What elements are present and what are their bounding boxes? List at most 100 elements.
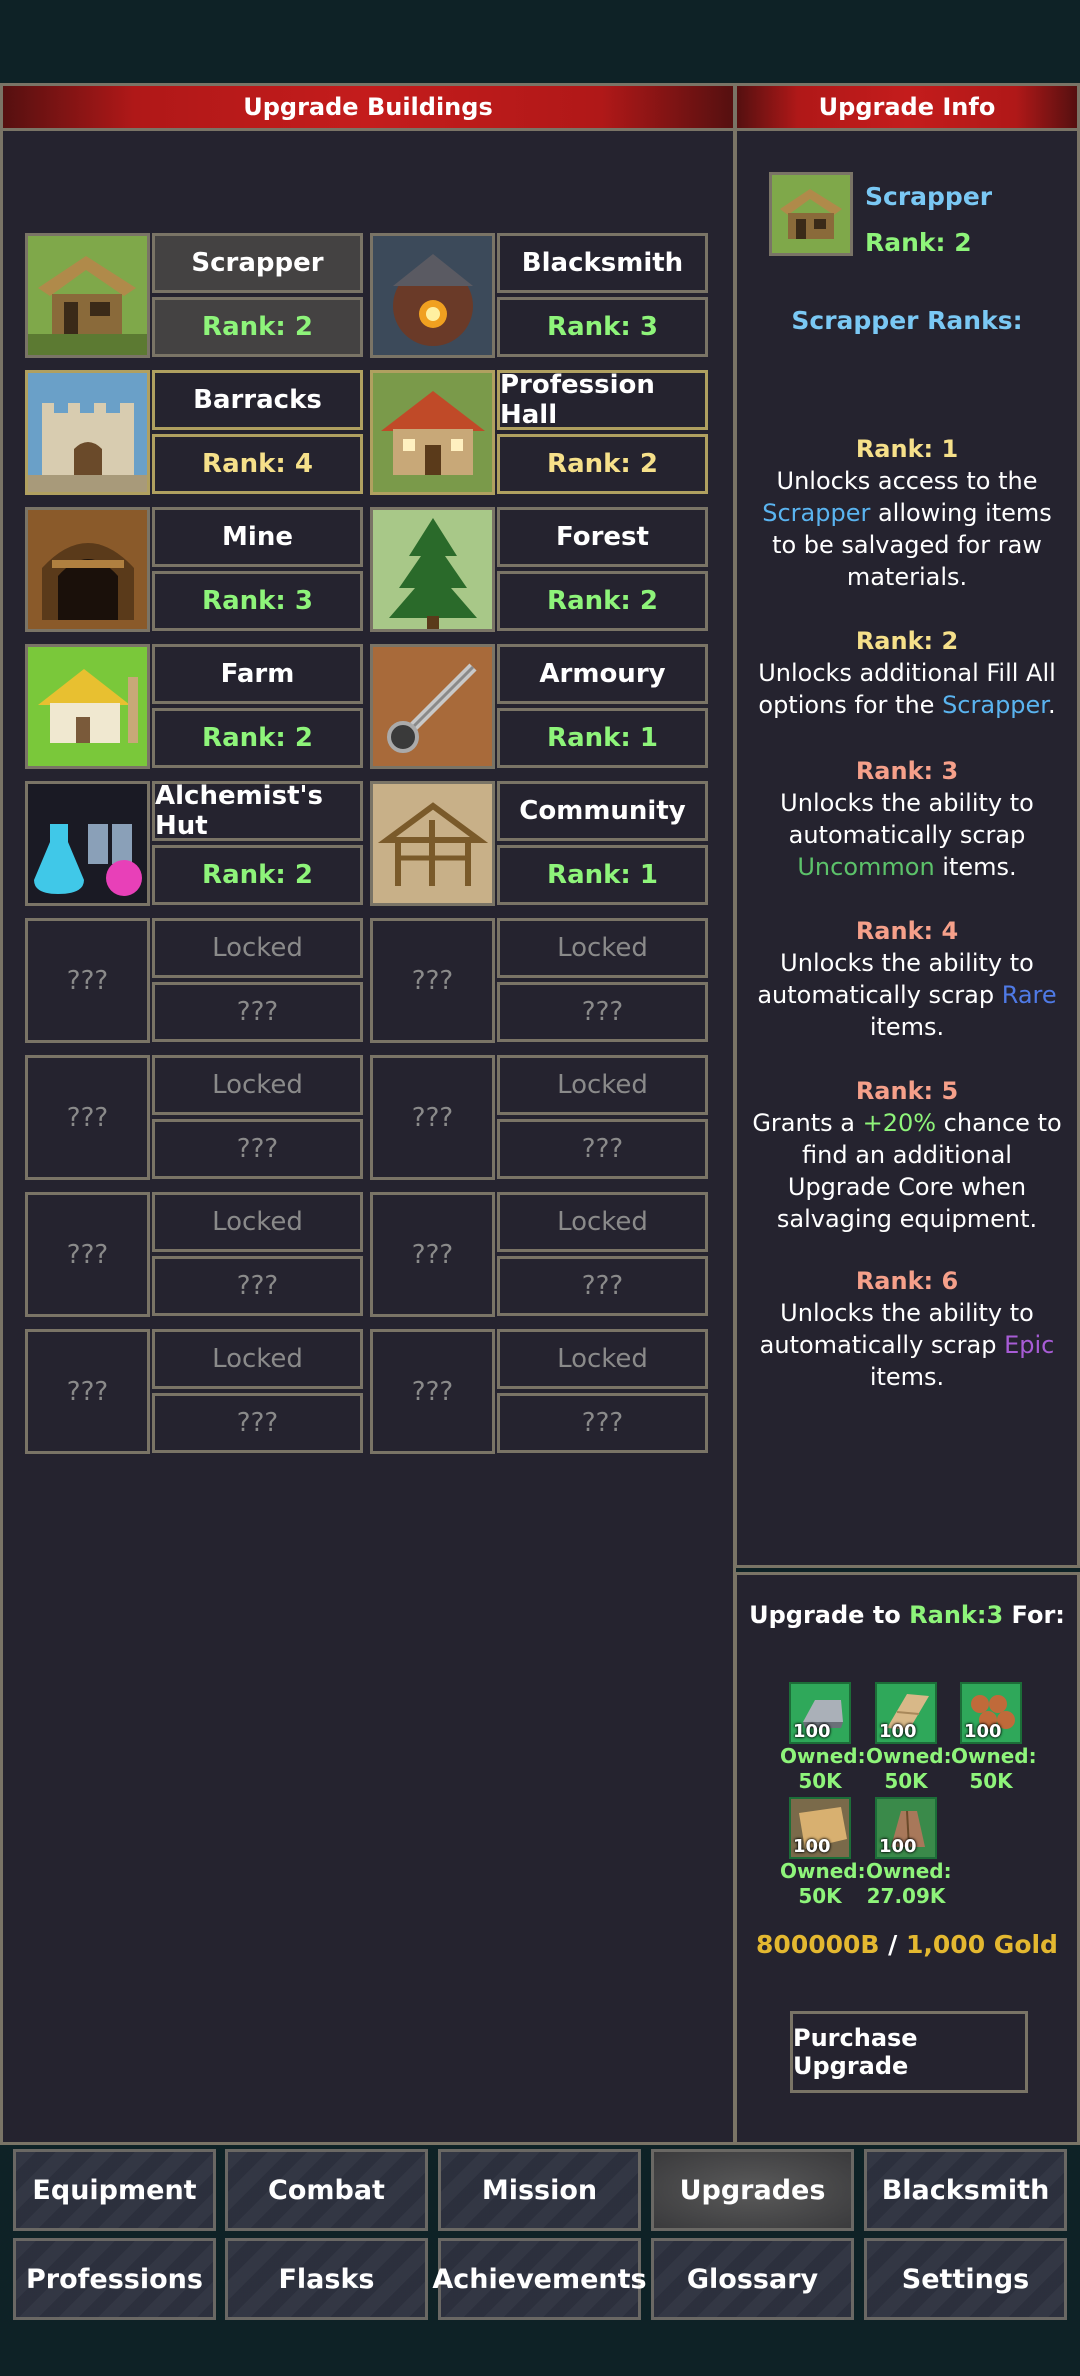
rank-label: Rank: 6 [855, 1267, 959, 1295]
rank-description: Rank: 3 Unlocks the ability to automatica… [747, 755, 1067, 883]
building-name: Alchemist's Hut [152, 781, 363, 841]
building-rank: Rank: 2 [497, 434, 708, 494]
wood-bundle-icon: 100 [875, 1797, 937, 1859]
rank-label: Rank: 3 [855, 757, 959, 785]
material-owned-value: 50K [798, 1769, 842, 1793]
rank-keyword: Scrapper [942, 691, 1048, 719]
building-card[interactable]: Alchemist's Hut Rank: 2 [25, 781, 363, 906]
locked-building-image: ??? [370, 918, 495, 1043]
gold-cost-line: 800000B / 1,000 Gold [737, 1930, 1077, 1959]
material-owned-label: Owned: [866, 1744, 952, 1768]
nav-professions-button[interactable]: Professions [13, 2238, 216, 2320]
building-name: Forest [497, 507, 708, 567]
building-card[interactable]: Forest Rank: 2 [370, 507, 708, 632]
community-icon [370, 781, 495, 906]
rank-keyword: Epic [1004, 1331, 1055, 1359]
locked-building-image: ??? [25, 1192, 150, 1317]
building-name: Locked [497, 1329, 708, 1389]
upgrade-cost-panel: Upgrade to Rank:3 For: 100 Owned: 50K 100 Ow… [734, 1572, 1080, 2145]
building-rank: Rank: 3 [497, 297, 708, 357]
building-rank: ??? [152, 1256, 363, 1316]
building-card[interactable]: Blacksmith Rank: 3 [370, 233, 708, 358]
nav-upgrades-button[interactable]: Upgrades [651, 2149, 854, 2231]
locked-building-image: ??? [370, 1329, 495, 1454]
alchemist-hut-icon [25, 781, 150, 906]
building-rank: Rank: 2 [152, 845, 363, 905]
rank-description: Rank: 6 Unlocks the ability to automatica… [747, 1265, 1067, 1393]
material-owned-value: 50K [884, 1769, 928, 1793]
rank-text: Unlocks access to the [776, 467, 1038, 495]
barracks-icon [25, 370, 150, 495]
locked-building-card: ??? Locked??? [25, 1055, 363, 1180]
building-rank: Rank: 2 [152, 297, 363, 357]
building-rank: ??? [497, 1256, 708, 1316]
material-cost: 100 Owned: 27.09K [866, 1797, 952, 1909]
selected-building-rank: Rank: 2 [865, 228, 972, 257]
building-name: Locked [497, 918, 708, 978]
rank-text: . [1047, 691, 1056, 719]
nav-settings-button[interactable]: Settings [864, 2238, 1067, 2320]
nav-mission-button[interactable]: Mission [438, 2149, 641, 2231]
nav-equipment-button[interactable]: Equipment [13, 2149, 216, 2231]
building-rank: ??? [497, 982, 708, 1042]
rank-label: Rank: 5 [855, 1077, 959, 1105]
building-rank: Rank: 3 [152, 571, 363, 631]
material-owned-value: 50K [969, 1769, 1013, 1793]
nav-glossary-button[interactable]: Glossary [651, 2238, 854, 2320]
gold-owned: 800000B [756, 1930, 880, 1959]
building-rank: Rank: 4 [152, 434, 363, 494]
selected-building-name: Scrapper [865, 182, 993, 211]
building-rank: ??? [497, 1119, 708, 1179]
upgrade-target-line: Upgrade to Rank:3 For: [737, 1601, 1077, 1629]
rank-label: Rank: 4 [855, 917, 959, 945]
building-card[interactable]: Barracks Rank: 4 [25, 370, 363, 495]
rank-description: Rank: 2 Unlocks additional Fill All optio… [747, 625, 1067, 721]
rank-description: Rank: 5 Grants a +20% chance to find an a… [747, 1075, 1067, 1235]
building-name: Community [497, 781, 708, 841]
nav-blacksmith-button[interactable]: Blacksmith [864, 2149, 1067, 2231]
building-name: Locked [152, 1192, 363, 1252]
scrapper-icon [25, 233, 150, 358]
building-name: Profession Hall [497, 370, 708, 430]
panel-title: Upgrade Buildings [243, 93, 493, 121]
locked-building-image: ??? [25, 1055, 150, 1180]
building-card[interactable]: Armoury Rank: 1 [370, 644, 708, 769]
purchase-upgrade-button[interactable]: Purchase Upgrade [790, 2011, 1028, 2093]
material-qty: 100 [879, 1836, 917, 1857]
nav-flasks-button[interactable]: Flasks [225, 2238, 428, 2320]
upgrade-prefix: Upgrade to [749, 1601, 910, 1629]
building-card[interactable]: Profession Hall Rank: 2 [370, 370, 708, 495]
rank-label: Rank: 1 [855, 435, 959, 463]
building-name: Locked [497, 1055, 708, 1115]
locked-building-card: ??? Locked??? [370, 918, 708, 1043]
upgrade-buildings-header: Upgrade Buildings [3, 86, 733, 131]
armoury-icon [370, 644, 495, 769]
iron-ingot-icon: 100 [789, 1682, 851, 1744]
building-rank: Rank: 1 [497, 845, 708, 905]
building-card[interactable]: Farm Rank: 2 [25, 644, 363, 769]
building-name: Farm [152, 644, 363, 704]
building-card[interactable]: Mine Rank: 3 [25, 507, 363, 632]
locked-building-image: ??? [25, 918, 150, 1043]
nav-achievements-button[interactable]: Achievements [432, 2238, 647, 2320]
panel-title: Upgrade Info [818, 93, 996, 121]
ranks-title: Scrapper Ranks: [791, 306, 1023, 335]
logs-icon: 100 [960, 1682, 1022, 1744]
building-rank: Rank: 1 [497, 708, 708, 768]
rank-text: Unlocks the ability to automatically scr… [780, 789, 1034, 849]
building-name: Blacksmith [497, 233, 708, 293]
upgrade-info-panel: Upgrade Info Scrapper Rank: 2 Scrapper R… [734, 83, 1080, 1568]
locked-building-card: ??? Locked??? [25, 1329, 363, 1454]
locked-building-image: ??? [370, 1055, 495, 1180]
locked-building-image: ??? [370, 1192, 495, 1317]
rank-text: items. [869, 1013, 945, 1041]
building-card[interactable]: Scrapper Rank: 2 [25, 233, 363, 358]
nav-combat-button[interactable]: Combat [225, 2149, 428, 2231]
building-card[interactable]: Community Rank: 1 [370, 781, 708, 906]
rank-keyword: Scrapper [762, 499, 871, 527]
material-qty: 100 [793, 1721, 831, 1742]
rank-text: items. [869, 1363, 945, 1391]
rank-text: Unlocks the ability to automatically scr… [757, 949, 1034, 1009]
building-rank: ??? [152, 1119, 363, 1179]
building-name: Armoury [497, 644, 708, 704]
